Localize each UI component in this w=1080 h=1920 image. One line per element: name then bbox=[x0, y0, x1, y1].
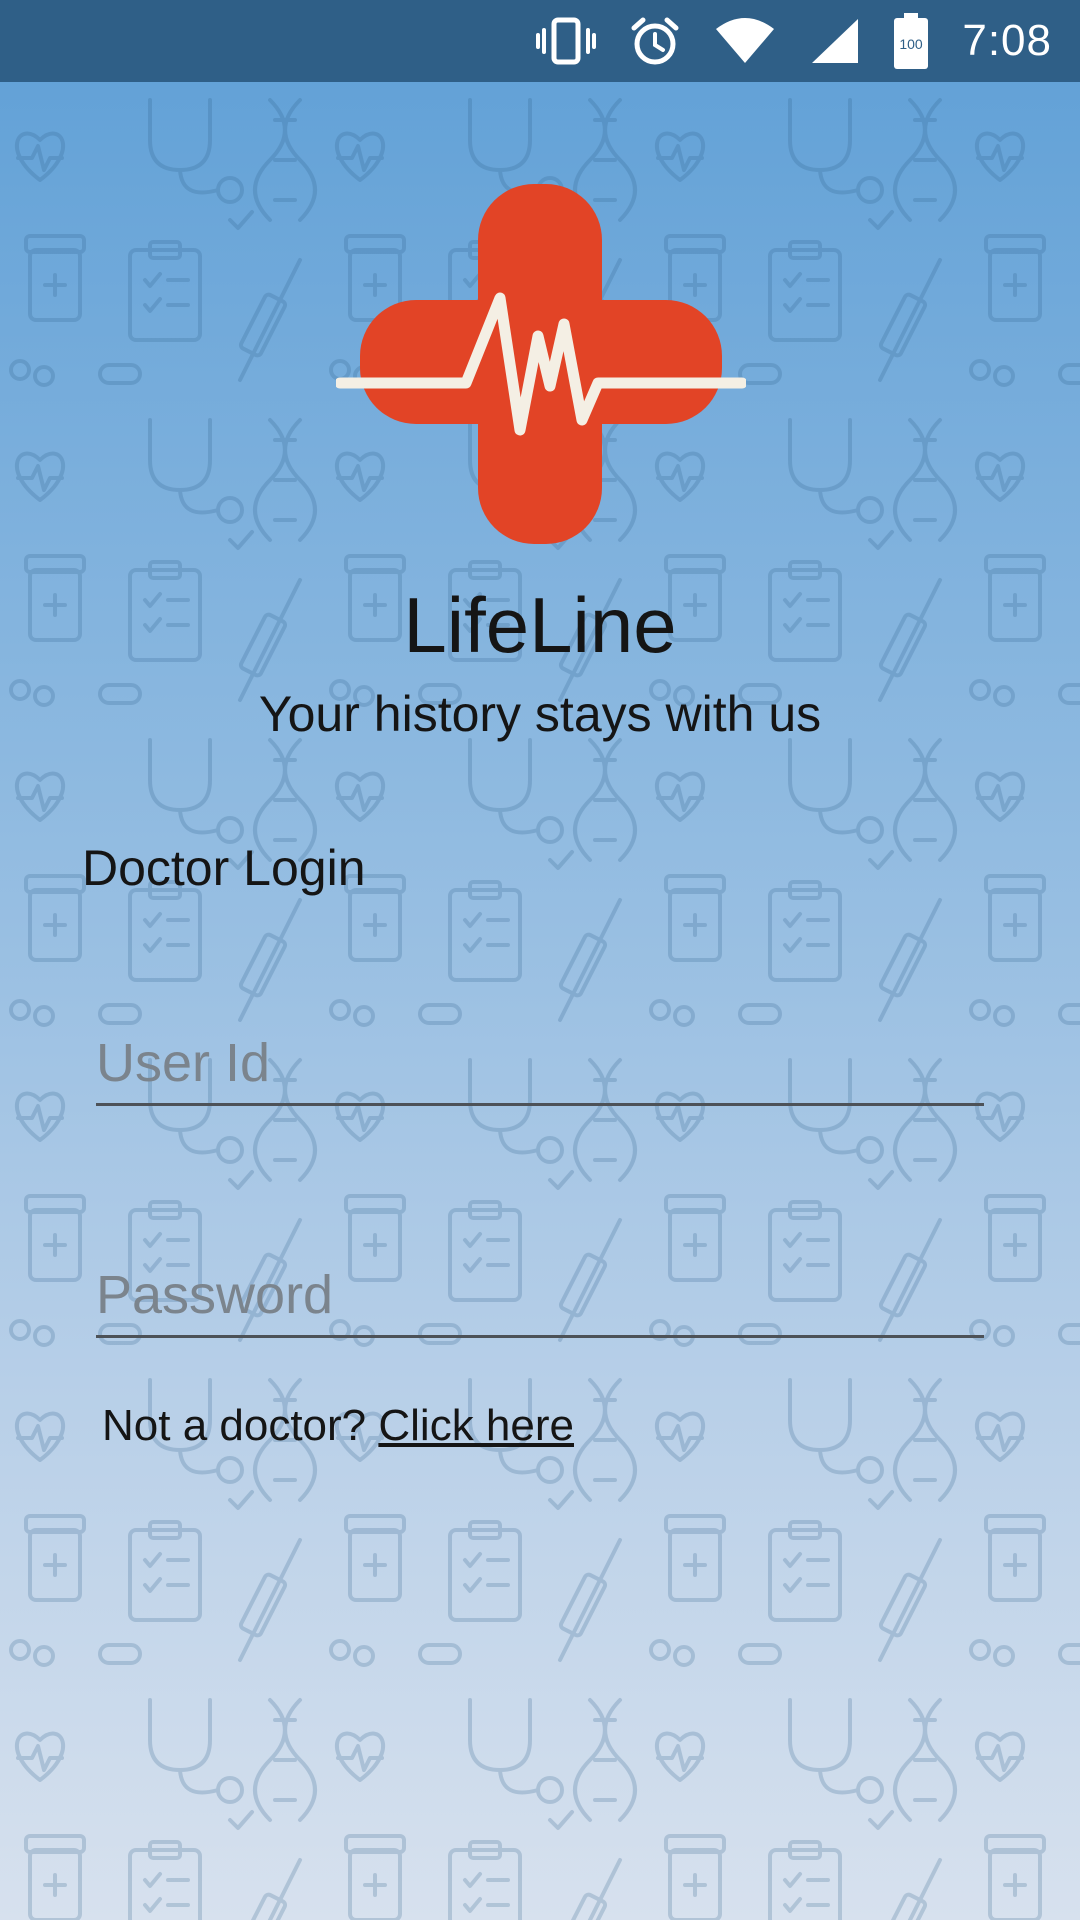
patient-login-link[interactable]: Click here bbox=[378, 1401, 574, 1450]
battery-icon: 100 bbox=[894, 13, 929, 69]
signal-icon bbox=[812, 19, 859, 63]
alt-login-prompt: Not a doctor? bbox=[102, 1401, 379, 1450]
wifi-icon bbox=[716, 18, 775, 63]
vibrate-icon bbox=[536, 17, 597, 65]
user-id-input[interactable] bbox=[96, 1022, 984, 1106]
password-input[interactable] bbox=[96, 1254, 984, 1338]
login-title: Doctor Login bbox=[82, 840, 366, 896]
medical-cross-heartbeat-icon bbox=[336, 184, 746, 544]
status-bar: 100 7:08 bbox=[0, 0, 1080, 82]
status-time: 7:08 bbox=[962, 16, 1052, 65]
app-tagline: Your history stays with us bbox=[258, 686, 822, 742]
alt-login-row: Not a doctor? Click here bbox=[102, 1398, 574, 1454]
alarm-icon bbox=[631, 17, 679, 65]
battery-level: 100 bbox=[900, 36, 924, 52]
app-title: LifeLine bbox=[403, 581, 677, 669]
